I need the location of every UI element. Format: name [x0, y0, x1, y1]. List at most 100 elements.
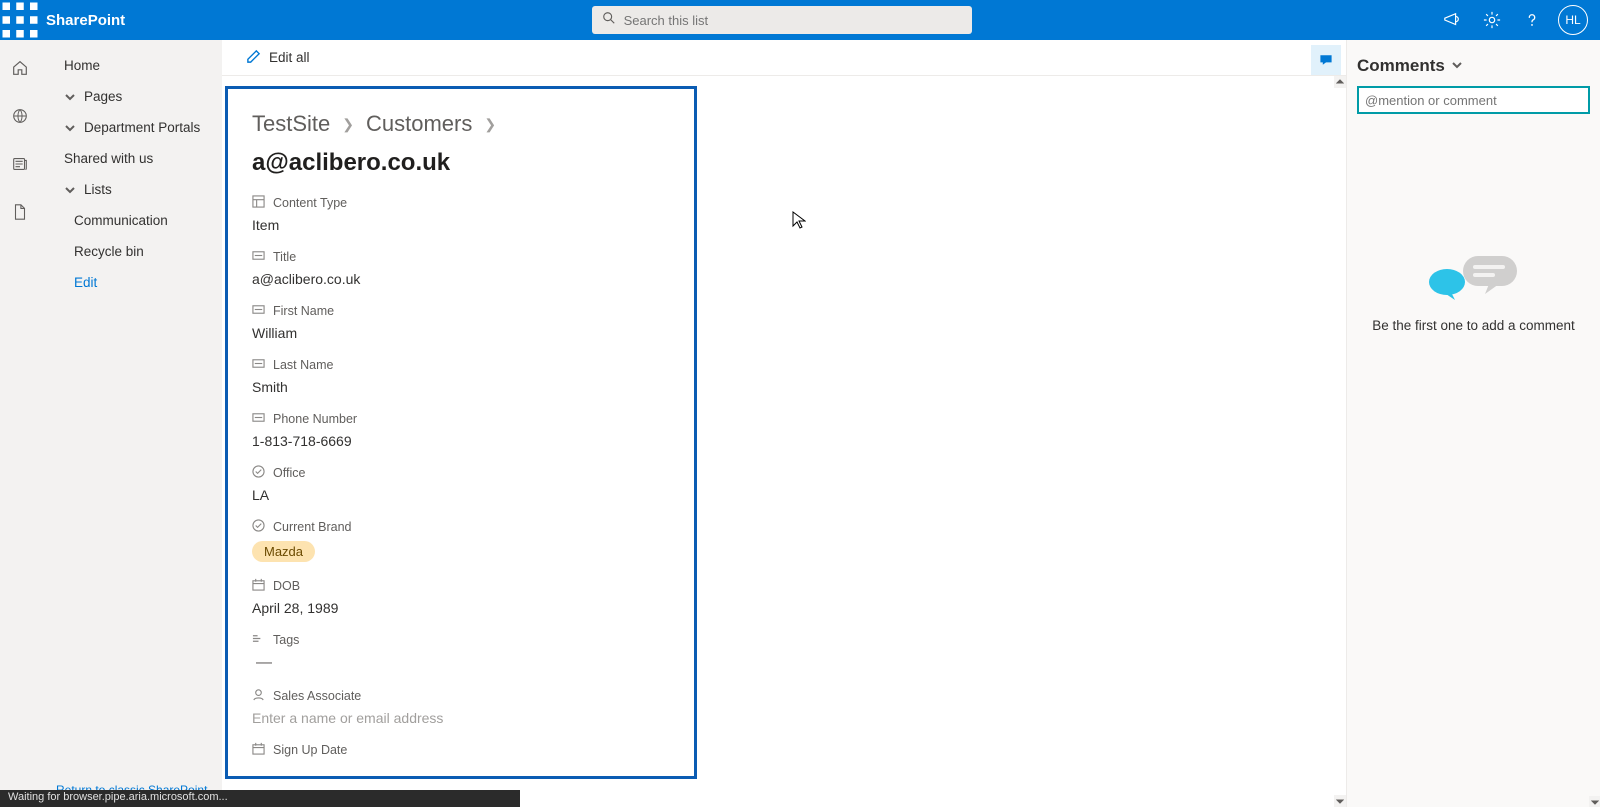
field-title[interactable]: Title a@aclibero.co.uk — [252, 249, 670, 287]
content-scroll[interactable]: TestSite ❯ Customers ❯ a@aclibero.co.uk … — [222, 76, 1346, 807]
field-value: 1-813-718-6669 — [252, 433, 670, 449]
field-first-name[interactable]: First Name William — [252, 303, 670, 341]
main-column: Edit all TestSite ❯ Customers ❯ a@aclibe… — [222, 40, 1346, 807]
chevron-down-icon — [64, 184, 76, 196]
comments-panel: Comments Be the first one to add a comme… — [1346, 40, 1600, 807]
field-value: a@aclibero.co.uk — [252, 271, 670, 287]
rail-news-icon[interactable] — [8, 152, 32, 176]
item-details-card: TestSite ❯ Customers ❯ a@aclibero.co.uk … — [225, 86, 697, 779]
field-value: William — [252, 325, 670, 341]
rail-globe-icon[interactable] — [8, 104, 32, 128]
brand-pill: Mazda — [252, 541, 315, 562]
field-dob[interactable]: DOB April 28, 1989 — [252, 578, 670, 616]
nav-label: Lists — [84, 182, 112, 197]
tag-icon — [252, 632, 265, 648]
nav-label: Department Portals — [84, 120, 200, 135]
nav-edit-link[interactable]: Edit — [48, 267, 218, 298]
edit-all-button[interactable]: Edit all — [246, 49, 310, 67]
help-icon[interactable] — [1512, 0, 1552, 40]
nav-shared-with-us[interactable]: Shared with us — [48, 143, 218, 174]
field-label-text: Sign Up Date — [273, 743, 347, 757]
chevron-down-icon — [64, 91, 76, 103]
field-sales-associate[interactable]: Sales Associate Enter a name or email ad… — [252, 688, 670, 726]
nav-label: Home — [64, 58, 100, 73]
calendar-icon — [252, 578, 265, 594]
text-icon — [252, 249, 265, 265]
crumb-list[interactable]: Customers — [366, 111, 472, 137]
search-input[interactable] — [624, 13, 962, 28]
toggle-comments-button[interactable] — [1311, 45, 1341, 75]
nav-pages[interactable]: Pages — [48, 81, 218, 112]
browser-status-bar: Waiting for browser.pipe.aria.microsoft.… — [0, 790, 520, 807]
field-value: April 28, 1989 — [252, 600, 670, 616]
nav-home[interactable]: Home — [48, 50, 218, 81]
field-label-text: Tags — [273, 633, 299, 647]
person-icon — [252, 688, 265, 704]
field-label-text: Current Brand — [273, 520, 352, 534]
nav-lists[interactable]: Lists — [48, 174, 218, 205]
nav-recycle-bin[interactable]: Recycle bin — [48, 236, 218, 267]
crumb-site[interactable]: TestSite — [252, 111, 330, 137]
suite-bar: SharePoint HL — [0, 0, 1600, 40]
left-nav: Home Pages Department Portals Shared wit… — [40, 40, 222, 807]
chat-graphic-icon — [1429, 254, 1519, 300]
app-rail — [0, 40, 40, 807]
calendar-icon — [252, 742, 265, 758]
field-current-brand[interactable]: Current Brand Mazda — [252, 519, 670, 562]
field-phone-number[interactable]: Phone Number 1-813-718-6669 — [252, 411, 670, 449]
brand-label[interactable]: SharePoint — [40, 12, 131, 29]
field-label-text: Content Type — [273, 196, 347, 210]
empty-comments-message: Be the first one to add a comment — [1372, 318, 1575, 333]
field-label-text: Title — [273, 250, 296, 264]
comments-header[interactable]: Comments — [1357, 56, 1590, 76]
search-icon — [602, 11, 616, 30]
layout-icon — [252, 195, 265, 211]
field-content-type[interactable]: Content Type Item — [252, 195, 670, 233]
field-placeholder[interactable]: Enter a name or email address — [252, 710, 670, 726]
field-sign-up-date[interactable]: Sign Up Date — [252, 742, 670, 758]
rail-home-icon[interactable] — [8, 56, 32, 80]
breadcrumb: TestSite ❯ Customers ❯ a@aclibero.co.uk — [252, 111, 670, 177]
text-icon — [252, 303, 265, 319]
field-value: Smith — [252, 379, 670, 395]
field-last-name[interactable]: Last Name Smith — [252, 357, 670, 395]
search-box[interactable] — [592, 6, 972, 34]
app-launcher-button[interactable] — [0, 0, 40, 40]
crumb-current: a@aclibero.co.uk — [252, 149, 450, 177]
nav-label: Shared with us — [64, 151, 153, 166]
text-icon — [252, 411, 265, 427]
field-tags[interactable]: Tags — — [252, 632, 670, 672]
mouse-cursor-icon — [792, 211, 806, 229]
text-icon — [252, 357, 265, 373]
megaphone-icon[interactable] — [1432, 0, 1472, 40]
field-label-text: Phone Number — [273, 412, 357, 426]
suite-right: HL — [1432, 0, 1600, 40]
scroll-down-arrow[interactable] — [1589, 796, 1600, 807]
rail-files-icon[interactable] — [8, 200, 32, 224]
field-value: — — [252, 654, 670, 672]
settings-gear-icon[interactable] — [1472, 0, 1512, 40]
command-bar: Edit all — [222, 40, 1346, 76]
nav-label: Recycle bin — [74, 244, 144, 259]
comment-input[interactable] — [1357, 86, 1590, 114]
field-office[interactable]: Office LA — [252, 465, 670, 503]
chevron-down-icon — [1451, 56, 1463, 76]
chevron-down-icon — [64, 122, 76, 134]
comments-header-label: Comments — [1357, 56, 1445, 76]
field-value: Item — [252, 217, 670, 233]
nav-department-portals[interactable]: Department Portals — [48, 112, 218, 143]
field-value: LA — [252, 487, 670, 503]
scroll-up-arrow[interactable] — [1334, 76, 1346, 88]
user-avatar[interactable]: HL — [1558, 5, 1588, 35]
choice-icon — [252, 465, 265, 481]
nav-communication[interactable]: Communication — [48, 205, 218, 236]
chevron-right-icon: ❯ — [342, 116, 354, 133]
nav-label: Pages — [84, 89, 122, 104]
nav-label: Edit — [74, 275, 97, 290]
field-label-text: Last Name — [273, 358, 333, 372]
cmd-label: Edit all — [269, 50, 310, 65]
chevron-right-icon: ❯ — [484, 116, 496, 133]
scroll-down-arrow[interactable] — [1334, 795, 1346, 807]
nav-label: Communication — [74, 213, 168, 228]
field-label-text: DOB — [273, 579, 300, 593]
